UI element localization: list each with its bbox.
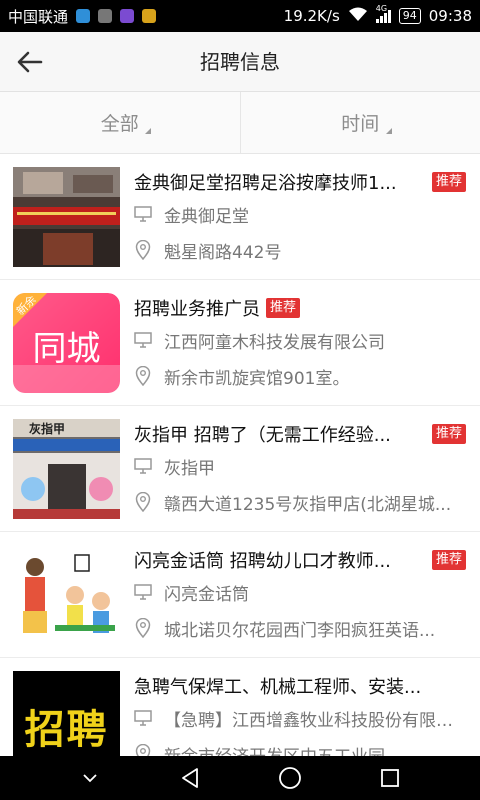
job-thumbnail: 灰指甲 bbox=[13, 419, 120, 519]
triangle-back-icon bbox=[182, 768, 198, 788]
job-list-item[interactable]: 新余 同城 招聘业务推广员 推荐 江西阿童木科技发展有限公司 新余市凯旋宾馆90… bbox=[0, 280, 480, 406]
job-thumbnail bbox=[13, 167, 120, 267]
company-row: 【急聘】江西增鑫牧业科技股份有限公... bbox=[134, 700, 466, 736]
monitor-icon bbox=[134, 205, 152, 223]
filter-all[interactable]: 全部 bbox=[0, 92, 240, 153]
location-pin-icon bbox=[134, 744, 152, 756]
network-type: 4G bbox=[375, 3, 388, 13]
arrow-left-icon bbox=[17, 51, 43, 73]
notification-icon bbox=[142, 9, 157, 23]
monitor-icon bbox=[134, 331, 152, 349]
company-name: 金典御足堂 bbox=[164, 206, 249, 227]
back-button[interactable] bbox=[12, 44, 48, 80]
monitor-icon bbox=[134, 583, 152, 601]
notification-icon bbox=[120, 9, 135, 23]
filter-bar: 全部 时间 bbox=[0, 92, 480, 154]
company-name: 江西阿童木科技发展有限公司 bbox=[164, 332, 385, 353]
location-pin-icon bbox=[134, 240, 152, 260]
chevron-down-icon bbox=[83, 774, 97, 783]
job-list-item[interactable]: 金典御足堂招聘足浴按摩技师1... 推荐 金典御足堂 魁星阁路442号 bbox=[0, 154, 480, 280]
company-name: 闪亮金话筒 bbox=[164, 584, 249, 605]
dropdown-caret-icon bbox=[385, 128, 392, 134]
signal-icon: 4G bbox=[375, 4, 391, 23]
address-text: 新余市凯旋宾馆901室。 bbox=[164, 368, 350, 389]
address-text: 魁星阁路442号 bbox=[164, 242, 282, 263]
address-text: 城北诺贝尔花园西门李阳疯狂英语... bbox=[164, 620, 436, 641]
back-nav-button[interactable] bbox=[170, 758, 210, 798]
address-text: 赣西大道1235号灰指甲店(北湖星城... bbox=[164, 494, 452, 515]
address-row: 赣西大道1235号灰指甲店(北湖星城... bbox=[134, 484, 466, 520]
filter-label: 时间 bbox=[341, 113, 380, 135]
address-row: 新余市经济开发区中五工业园 bbox=[134, 736, 466, 756]
location-pin-icon bbox=[134, 366, 152, 386]
recommended-badge: 推荐 bbox=[431, 550, 466, 570]
battery-indicator: 94 bbox=[398, 8, 421, 24]
company-name: 【急聘】江西增鑫牧业科技股份有限公... bbox=[164, 710, 464, 731]
system-nav-bar bbox=[0, 756, 480, 800]
monitor-icon bbox=[134, 709, 152, 727]
notification-icon bbox=[98, 9, 113, 23]
job-title: 闪亮金话筒 招聘幼儿口才教师... bbox=[134, 551, 391, 572]
status-bar: 中国联通 19.2K/s 4G 94 09:38 bbox=[0, 0, 480, 32]
clock: 09:38 bbox=[428, 7, 472, 25]
job-thumbnail: 招聘 bbox=[13, 671, 120, 756]
app-header: 招聘信息 bbox=[0, 32, 480, 92]
recommended-badge: 推荐 bbox=[431, 424, 466, 444]
job-thumbnail: 新余 同城 bbox=[13, 293, 120, 393]
filter-label: 全部 bbox=[100, 113, 139, 135]
job-title: 金典御足堂招聘足浴按摩技师1... bbox=[134, 173, 397, 194]
job-list: 金典御足堂招聘足浴按摩技师1... 推荐 金典御足堂 魁星阁路442号 新余 同… bbox=[0, 154, 480, 756]
recents-nav-button[interactable] bbox=[370, 758, 410, 798]
dropdown-caret-icon bbox=[145, 128, 151, 134]
address-row: 新余市凯旋宾馆901室。 bbox=[134, 358, 466, 394]
square-recents-icon bbox=[381, 769, 399, 787]
job-list-item[interactable]: 灰指甲 灰指甲 招聘了（无需工作经验... 推荐 灰指甲 赣西大道1235号灰指… bbox=[0, 406, 480, 532]
location-pin-icon bbox=[134, 492, 152, 512]
address-row: 魁星阁路442号 bbox=[134, 232, 466, 268]
company-row: 江西阿童木科技发展有限公司 bbox=[134, 322, 466, 358]
job-title: 急聘气保焊工、机械工程师、安装... bbox=[134, 677, 422, 698]
notification-icon bbox=[76, 9, 91, 23]
network-speed: 19.2K/s bbox=[283, 7, 340, 25]
company-row: 灰指甲 bbox=[134, 448, 466, 484]
job-list-item[interactable]: 闪亮金话筒 招聘幼儿口才教师... 推荐 闪亮金话筒 城北诺贝尔花园西门李阳疯狂… bbox=[0, 532, 480, 658]
wifi-icon bbox=[348, 6, 368, 26]
monitor-icon bbox=[134, 457, 152, 475]
page-title: 招聘信息 bbox=[200, 50, 280, 74]
recommended-badge: 推荐 bbox=[266, 298, 301, 318]
company-row: 闪亮金话筒 bbox=[134, 574, 466, 610]
company-name: 灰指甲 bbox=[164, 458, 215, 479]
thumbnail-text: 灰指甲 bbox=[29, 422, 66, 436]
job-list-item[interactable]: 招聘 急聘气保焊工、机械工程师、安装... 【急聘】江西增鑫牧业科技股份有限公.… bbox=[0, 658, 480, 756]
filter-time[interactable]: 时间 bbox=[239, 92, 480, 153]
circle-home-icon bbox=[279, 767, 301, 789]
carrier-label: 中国联通 bbox=[8, 7, 69, 26]
thumbnail-text: 招聘 bbox=[24, 707, 109, 753]
job-thumbnail bbox=[13, 545, 120, 645]
recommended-badge: 推荐 bbox=[431, 172, 466, 192]
location-pin-icon bbox=[134, 618, 152, 638]
address-text: 新余市经济开发区中五工业园 bbox=[164, 742, 385, 757]
company-row: 金典御足堂 bbox=[134, 196, 466, 232]
thumbnail-text: 同城 bbox=[32, 329, 101, 369]
hide-nav-button[interactable] bbox=[70, 758, 110, 798]
home-nav-button[interactable] bbox=[270, 758, 310, 798]
address-row: 城北诺贝尔花园西门李阳疯狂英语... bbox=[134, 610, 466, 646]
job-title: 招聘业务推广员 bbox=[134, 299, 260, 320]
job-title: 灰指甲 招聘了（无需工作经验... bbox=[134, 425, 391, 446]
